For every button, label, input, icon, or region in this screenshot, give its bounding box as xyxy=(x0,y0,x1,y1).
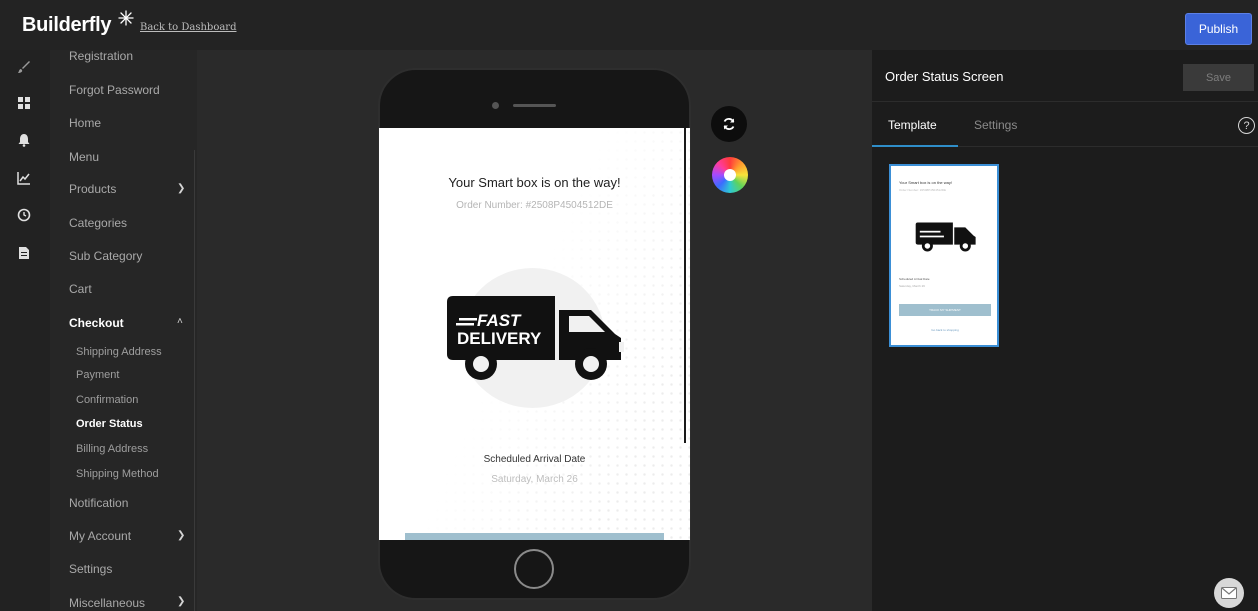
menu-item-registration[interactable]: Registration xyxy=(69,50,133,63)
menu-item-home[interactable]: Home xyxy=(69,116,101,130)
brush-icon[interactable] xyxy=(17,60,33,76)
delivery-truck-icon: FAST DELIVERY xyxy=(447,296,624,380)
menu-item-settings[interactable]: Settings xyxy=(69,562,112,576)
color-palette-button[interactable] xyxy=(712,157,748,193)
order-title: Your Smart box is on the way! xyxy=(448,175,621,190)
tab-template[interactable]: Template xyxy=(888,118,937,132)
submenu-item-billing-address[interactable]: Billing Address xyxy=(76,443,148,455)
submenu-item-shipping-method[interactable]: Shipping Method xyxy=(76,468,159,480)
bell-icon[interactable] xyxy=(17,133,33,149)
menu-item-categories[interactable]: Categories xyxy=(69,216,127,230)
track-shipment-button[interactable] xyxy=(405,533,664,540)
submenu-item-confirmation[interactable]: Confirmation xyxy=(76,394,138,406)
chevron-down-icon[interactable]: ❯ xyxy=(177,530,185,541)
refresh-button[interactable] xyxy=(711,106,747,142)
thumbnail-truck-icon xyxy=(915,222,976,252)
submenu-item-shipping-address[interactable]: Shipping Address xyxy=(76,346,162,358)
arrival-label: Scheduled Arrival Date xyxy=(483,454,586,465)
tabs-divider xyxy=(958,146,1258,147)
phone-home-button xyxy=(514,549,554,589)
menu-item-checkout[interactable]: Checkout xyxy=(69,316,124,330)
truck-text-fast: FAST xyxy=(477,311,522,330)
phone-camera xyxy=(492,102,499,109)
menu-item-sub-category[interactable]: Sub Category xyxy=(69,249,142,263)
order-number: Order Number: #2508P4504512DE xyxy=(456,200,613,211)
chevron-down-icon[interactable]: ❯ xyxy=(177,596,185,607)
back-to-dashboard-link[interactable]: Back to Dashboard xyxy=(140,22,236,33)
thumbnail-order-number: Order Number: #2508P4504512DE xyxy=(899,188,947,192)
clock-icon[interactable] xyxy=(17,208,33,224)
menu-item-products[interactable]: Products xyxy=(69,182,116,196)
save-button[interactable]: Save xyxy=(1183,64,1254,91)
menu-item-menu[interactable]: Menu xyxy=(69,150,99,164)
thumbnail-track-button: TRACK MY SHIPMENT xyxy=(899,304,991,316)
menu-item-my-account[interactable]: My Account xyxy=(69,529,131,543)
logo-spark-icon xyxy=(118,10,134,26)
publish-button[interactable]: Publish xyxy=(1185,13,1252,45)
template-thumbnail[interactable]: Your Smart box is on the way! Order Numb… xyxy=(889,164,999,347)
menu-item-miscellaneous[interactable]: Miscellaneous xyxy=(69,596,145,610)
chart-icon[interactable] xyxy=(17,171,33,187)
mail-icon xyxy=(1221,587,1237,599)
help-icon[interactable]: ? xyxy=(1238,117,1255,134)
document-icon[interactable] xyxy=(17,246,33,262)
chevron-up-icon[interactable]: ˄ xyxy=(177,316,183,327)
panel-title: Order Status Screen xyxy=(885,69,1004,84)
thumbnail-arrival-label: Scheduled Arrival Date xyxy=(899,277,930,281)
menu-item-cart[interactable]: Cart xyxy=(69,282,92,296)
grid-icon[interactable] xyxy=(17,96,33,112)
screen-menu: Registration Forgot Password Home Menu P… xyxy=(50,50,197,611)
chevron-down-icon[interactable]: ❯ xyxy=(177,183,185,194)
phone-speaker xyxy=(513,104,556,107)
builderfly-logo[interactable]: Builderfly xyxy=(22,14,112,37)
menu-scroll-track xyxy=(194,150,195,611)
thumbnail-link: Go back to shopping xyxy=(931,328,959,332)
refresh-icon xyxy=(723,118,735,130)
truck-text-delivery: DELIVERY xyxy=(457,329,542,348)
tab-settings[interactable]: Settings xyxy=(974,118,1017,132)
thumbnail-arrival-date: Saturday, March 26 xyxy=(899,284,925,288)
arrival-date: Saturday, March 26 xyxy=(491,474,578,485)
active-tab-indicator xyxy=(872,145,958,147)
submenu-item-order-status[interactable]: Order Status xyxy=(76,418,143,430)
support-chat-button[interactable] xyxy=(1214,578,1244,608)
menu-item-forgot-password[interactable]: Forgot Password xyxy=(69,83,160,97)
menu-item-notification[interactable]: Notification xyxy=(69,496,128,510)
thumbnail-title: Your Smart box is on the way! xyxy=(899,180,952,185)
submenu-item-payment[interactable]: Payment xyxy=(76,369,119,381)
